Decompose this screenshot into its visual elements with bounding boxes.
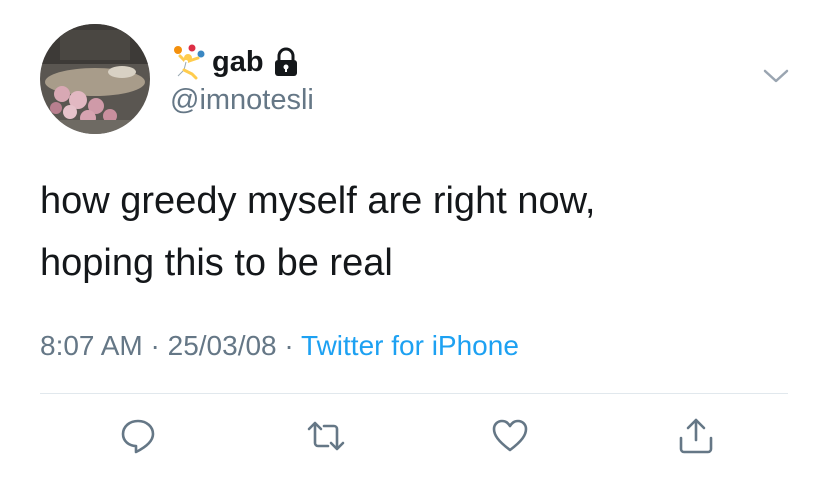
share-button[interactable] (672, 412, 720, 460)
tweet-text: how greedy myself are right now, hoping … (40, 170, 800, 294)
avatar-image (40, 24, 150, 134)
reply-button[interactable] (114, 412, 162, 460)
action-bar (40, 412, 788, 462)
divider (40, 393, 788, 394)
tweet-source-link[interactable]: Twitter for iPhone (301, 330, 519, 361)
like-button[interactable] (486, 412, 534, 460)
chevron-down-icon[interactable] (762, 66, 790, 86)
lock-icon (272, 47, 300, 77)
reply-icon (121, 419, 155, 454)
meta-separator: · (284, 330, 294, 361)
user-handle[interactable]: @imnotesli (170, 84, 314, 117)
meta-separator: · (150, 330, 160, 361)
person-juggling-emoji-icon (170, 44, 206, 80)
retweet-icon (307, 421, 345, 451)
tweet-time: 8:07 AM (40, 330, 143, 361)
user-name-row[interactable]: gab (170, 42, 300, 82)
retweet-button[interactable] (302, 412, 350, 460)
avatar[interactable] (40, 24, 150, 134)
display-name: gab (212, 45, 264, 78)
tweet-line: hoping this to be real (40, 242, 393, 284)
tweet-line: how greedy myself are right now, (40, 180, 596, 222)
share-icon (679, 418, 713, 454)
tweet-date: 25/03/08 (167, 330, 277, 361)
like-icon (492, 419, 528, 452)
tweet-meta: 8:07 AM · 25/03/08 · Twitter for iPhone (40, 330, 519, 362)
